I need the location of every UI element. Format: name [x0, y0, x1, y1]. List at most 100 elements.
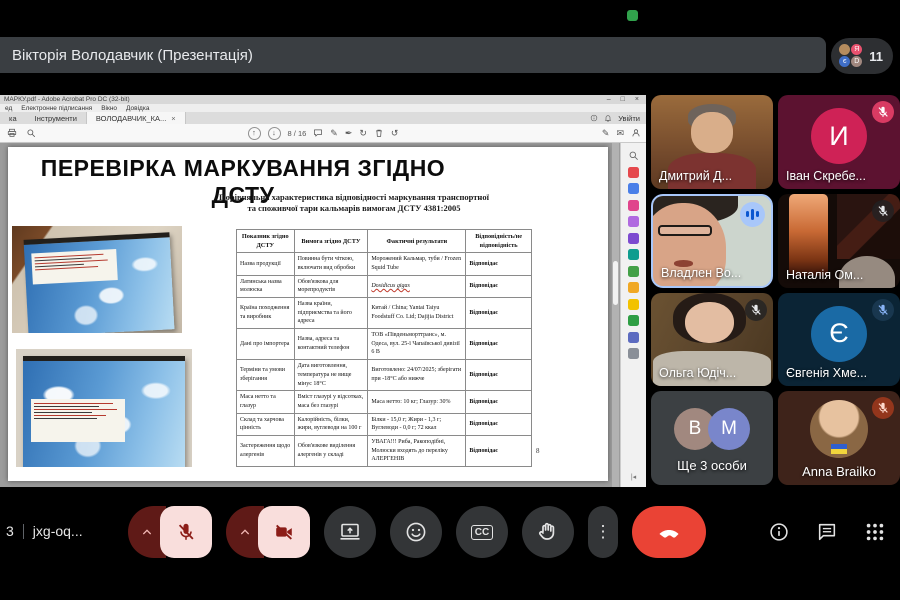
undo-icon[interactable]: ↺: [391, 128, 399, 139]
comment-icon[interactable]: [313, 128, 323, 138]
squid-box-photo-bottom: [16, 349, 192, 467]
photo-avatar: [810, 400, 868, 458]
bell-icon[interactable]: [604, 114, 612, 122]
participant-name: Євгенія Хме...: [786, 366, 867, 380]
table-cell: Обов'язкове виділення алергенів у складі: [294, 435, 368, 466]
tab-tools[interactable]: Інструменти: [26, 112, 86, 124]
table-cell: Білки - 15,0 г; Жири - 1,3 г; Вуглеводи …: [368, 413, 466, 435]
table-cell: ТОВ «Південьморттранс», м. Одеса, вул. 2…: [368, 329, 466, 360]
page-indicator[interactable]: 8 / 16: [288, 129, 307, 138]
slide-subtitle: Порівняльна характеристика відповідності…: [128, 192, 580, 214]
tab-close-icon[interactable]: ×: [171, 114, 175, 123]
acrobat-toolbar: ↑ ↓ 8 / 16 ✎ ✒ ↻ ↺ ✎ ✉: [0, 124, 646, 143]
pencil-icon[interactable]: ✎: [330, 128, 338, 139]
sign-in-link[interactable]: Увійти: [618, 114, 640, 123]
edit-pdf-tool-icon[interactable]: [628, 183, 639, 194]
tile-ivan[interactable]: И Іван Скребе...: [778, 95, 900, 189]
divider: [23, 524, 24, 539]
table-row: Латинська назва молюскаОбов'язкова для м…: [237, 275, 532, 297]
compress-pdf-tool-icon[interactable]: [628, 282, 639, 293]
maximize-button[interactable]: □: [618, 96, 628, 103]
share-pen-icon[interactable]: ✎: [602, 128, 610, 139]
table-cell: Латинська назва молюска: [237, 275, 295, 297]
menu-item-window[interactable]: Вікно: [101, 105, 117, 112]
participants-pill[interactable]: ЯєD 11: [831, 38, 893, 74]
create-pdf-tool-icon[interactable]: [628, 200, 639, 211]
tile-olga[interactable]: Ольга Юдіч...: [651, 293, 773, 387]
brown-avatar: D: [850, 55, 863, 68]
extension-dot-icon: [627, 10, 638, 21]
raise-hand-button[interactable]: [522, 506, 574, 558]
more-tools-tool-icon[interactable]: [628, 348, 639, 359]
search-icon[interactable]: [26, 128, 36, 138]
end-call-button[interactable]: [632, 506, 706, 558]
table-row: Назва продукціїПовинна бути чіткою, вклю…: [237, 253, 532, 275]
export-pdf-tool-icon[interactable]: [628, 167, 639, 178]
table-row: Застереження щодо алергенівОбов'язкове в…: [237, 435, 532, 466]
tile-anna[interactable]: Anna Brailko: [778, 391, 900, 485]
hand-icon: [536, 520, 560, 544]
table-header-cell: Відповідність/не відповідність: [466, 230, 532, 253]
shared-screen-acrobat-window: МАРКУ.pdf - Adobe Acrobat Pro DC (32-bit…: [0, 95, 646, 487]
menu-item-esign[interactable]: Електронне підписання: [21, 105, 92, 112]
more-options-button[interactable]: ⋮: [588, 506, 618, 558]
organize-pages-tool-icon[interactable]: [628, 266, 639, 277]
table-cell: Дані про імпортера: [237, 329, 295, 360]
camera-off-button[interactable]: [258, 506, 310, 558]
tab-document[interactable]: ВОЛОДАВЧИК_КА... ×: [86, 112, 186, 124]
table-cell: Відповідає: [466, 298, 532, 329]
tile-dmitry[interactable]: Дмитрий Д...: [651, 95, 773, 189]
rotate-icon[interactable]: ↻: [359, 128, 367, 139]
table-cell: Dosidicus gigas: [368, 275, 466, 297]
activities-button[interactable]: [864, 521, 886, 543]
minimize-button[interactable]: –: [604, 96, 614, 103]
tile-evgenia[interactable]: Є Євгенія Хме...: [778, 293, 900, 387]
tab-home[interactable]: ка: [0, 112, 26, 124]
participant-name: Іван Скребе...: [786, 169, 866, 183]
close-button[interactable]: ×: [632, 96, 642, 103]
sign-pen-icon[interactable]: ✒: [345, 128, 353, 139]
chat-button[interactable]: [816, 521, 838, 543]
send-for-review-tool-icon[interactable]: [628, 315, 639, 326]
captions-button[interactable]: CC: [456, 506, 508, 558]
tile-natalia[interactable]: Наталія Ом...: [778, 194, 900, 288]
person-icon[interactable]: [631, 128, 641, 138]
more-people-label: Ще 3 особи: [677, 458, 747, 473]
protect-tool-icon[interactable]: [628, 332, 639, 343]
present-button[interactable]: [324, 506, 376, 558]
table-cell: Китай / China; Yantai Taiyu Foodstuff Co…: [368, 298, 466, 329]
menu-item-help[interactable]: Довідка: [126, 105, 149, 112]
page-up-button[interactable]: ↑: [248, 127, 261, 140]
table-cell: Відповідає: [466, 413, 532, 435]
trash-icon[interactable]: [374, 128, 384, 138]
page-down-button[interactable]: ↓: [268, 127, 281, 140]
table-cell: Назва продукції: [237, 253, 295, 275]
mic-off-icon: [872, 101, 894, 123]
combine-files-tool-icon[interactable]: [628, 249, 639, 260]
panel-collapse-icon[interactable]: |◂: [631, 473, 636, 481]
table-cell: Застереження щодо алергенів: [237, 435, 295, 466]
smiley-icon: [404, 520, 428, 544]
tile-more-people[interactable]: B M Ще 3 особи: [651, 391, 773, 485]
zoom-tool-icon[interactable]: [628, 150, 639, 161]
stamp-tool-icon[interactable]: [628, 299, 639, 310]
participant-name: Наталія Ом...: [786, 268, 863, 282]
participants-count: 11: [869, 49, 883, 64]
print-icon[interactable]: [7, 128, 17, 138]
meeting-code: 3 jxg-oq...: [6, 523, 83, 539]
acrobat-window-title: МАРКУ.pdf - Adobe Acrobat Pro DC (32-bit…: [4, 96, 130, 103]
info-icon[interactable]: [590, 114, 598, 122]
table-row: Склад та харчова цінністьКалорійність, б…: [237, 413, 532, 435]
slide-page-number: 8: [536, 447, 540, 455]
fill-sign-tool-icon[interactable]: [628, 233, 639, 244]
mic-mute-button[interactable]: [160, 506, 212, 558]
meeting-details-button[interactable]: [768, 521, 790, 543]
reactions-button[interactable]: [390, 506, 442, 558]
comment-tool-icon[interactable]: [628, 216, 639, 227]
menu-item[interactable]: ед: [5, 105, 12, 112]
tile-vladlen[interactable]: Владлен Во...: [651, 194, 773, 288]
scrollbar-thumb[interactable]: [613, 261, 618, 305]
envelope-icon[interactable]: ✉: [616, 128, 624, 139]
table-cell: УВАГА!!! Риба, Ракоподібні, Молюски вход…: [368, 435, 466, 466]
vertical-scrollbar[interactable]: [612, 143, 619, 487]
